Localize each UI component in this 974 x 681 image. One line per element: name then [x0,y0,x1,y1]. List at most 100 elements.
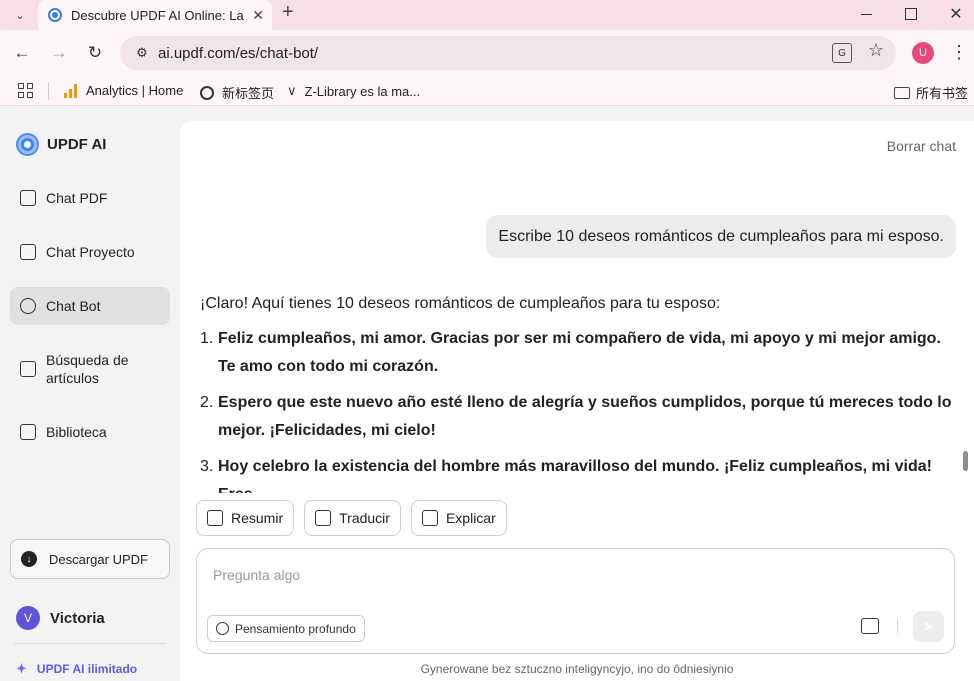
forward-arrow-icon[interactable]: → [47,41,71,65]
close-tab-icon[interactable]: ✕ [252,7,264,24]
bookmark-label: Analytics | Home [86,83,184,98]
avatar: V [16,606,40,630]
reload-icon[interactable]: ↻ [83,41,107,65]
bookmark-zlibrary[interactable]: ∨ Z-Library es la ma... [287,83,420,99]
bookmark-star-icon[interactable]: ☆ [868,40,884,61]
action-label: Explicar [445,510,496,526]
action-label: Traducir [339,510,390,526]
action-label: Resumir [231,510,284,526]
chevron-down-icon[interactable]: ⌄ [8,3,32,27]
browser-menu-icon[interactable]: ⋮ [950,42,968,62]
bookmarks-separator [48,82,49,100]
upgrade-unlimited-link[interactable]: ✦ UPDF AI ilimitado [16,661,137,677]
translate-icon [315,510,332,526]
list-text: Espero que este nuevo año esté lleno de … [218,394,952,439]
chat-pdf-icon [20,190,36,206]
active-tab[interactable]: Descubre UPDF AI Online: La ✕ [38,0,272,30]
ai-disclaimer: Gynerowane bez sztuczno inteligyncyjo, i… [420,662,734,676]
user-name: Victoria [50,609,105,627]
chat-input[interactable] [213,567,813,583]
folder-icon [894,86,910,99]
explain-button[interactable]: Explicar [410,500,507,536]
analytics-icon [64,83,78,98]
clear-chat-button[interactable]: Borrar chat [887,138,956,154]
atom-icon [216,622,229,635]
translate-button[interactable]: Traducir [304,500,401,536]
list-text: Hoy celebro la existencia del hombre más… [218,458,932,493]
message-composer: Pensamiento profundo ➤ [196,548,955,654]
attach-image-icon[interactable] [861,618,879,634]
sidebar-item-chat-bot[interactable]: Chat Bot [10,287,170,325]
folder-label: 所有书签 [916,86,969,101]
sidebar: UPDF AI Chat PDF Chat Proyecto Chat Bot … [0,107,180,681]
download-icon: ↓ [21,551,37,567]
sidebar-divider [14,643,166,644]
sidebar-item-chat-pdf[interactable]: Chat PDF [10,179,170,217]
sidebar-item-label: Chat Proyecto [46,244,135,260]
all-bookmarks-folder[interactable]: 所有书签 [894,83,968,102]
deep-thinking-toggle[interactable]: Pensamiento profundo [207,615,365,642]
download-label: Descargar UPDF [49,551,148,567]
folder-chat-icon [20,244,36,260]
bookmark-analytics[interactable]: Analytics | Home [64,83,183,98]
new-tab-plus-icon[interactable]: + [282,1,294,24]
translate-page-icon[interactable]: G [832,43,852,63]
ai-answer: ¡Claro! Aquí tienes 10 deseos románticos… [200,293,960,493]
user-profile[interactable]: V Victoria [16,606,105,630]
brand[interactable]: UPDF AI [16,133,106,156]
globe-icon [200,85,214,100]
upgrade-label: UPDF AI ilimitado [36,662,138,676]
zlibrary-icon: ∨ [287,83,297,98]
deep-think-label: Pensamiento profundo [235,621,356,636]
sidebar-item-busqueda[interactable]: Búsqueda de artículos [10,345,170,393]
list-text: Feliz cumpleaños, mi amor. Gracias por s… [218,330,941,375]
explain-icon [421,510,438,526]
bookmark-label: Z-Library es la ma... [304,83,421,99]
brand-name: UPDF AI [47,136,107,153]
list-item: 1. Feliz cumpleaños, mi amor. Gracias po… [200,325,960,381]
close-window-button[interactable]: ✕ [944,2,968,26]
search-article-icon [20,361,36,377]
sidebar-item-label: Chat Bot [46,298,101,314]
list-item: 2. Espero que este nuevo año esté lleno … [200,389,960,445]
quick-actions: Resumir Traducir Explicar [196,500,507,536]
sidebar-item-biblioteca[interactable]: Biblioteca [10,413,170,451]
sparkle-icon: ✦ [16,661,27,676]
profile-avatar[interactable]: U [912,42,934,64]
bookmark-new-tab[interactable]: 新标签页 [200,83,274,102]
composer-divider [897,619,898,635]
url-text[interactable]: ai.updf.com/es/chat-bot/ [158,45,318,62]
list-number: 3. [200,458,214,475]
sidebar-item-label: Chat PDF [46,190,108,206]
list-number: 2. [200,394,214,411]
download-updf-button[interactable]: ↓ Descargar UPDF [10,539,170,579]
minimize-window-button[interactable] [854,2,878,26]
maximize-window-button[interactable] [899,2,923,26]
summarize-button[interactable]: Resumir [196,500,295,536]
user-message-bubble: Escribe 10 deseos románticos de cumpleañ… [486,215,956,258]
updf-logo-icon [16,133,39,156]
bookmark-label: 新标签页 [222,86,275,101]
tab-favicon-icon [48,8,62,22]
address-bar[interactable]: ⚙ ai.updf.com/es/chat-bot/ G ☆ [120,36,896,70]
scrollbar-thumb[interactable] [963,451,968,471]
tab-title: Descubre UPDF AI Online: La [71,7,244,23]
sidebar-item-label: Búsqueda de artículos [46,352,129,386]
send-button[interactable]: ➤ [913,611,944,642]
bookmarks-bar: Analytics | Home 新标签页 ∨ Z-Library es la … [0,76,974,106]
back-arrow-icon[interactable]: ← [10,41,34,65]
answer-intro: ¡Claro! Aquí tienes 10 deseos románticos… [200,295,721,312]
browser-toolbar: ← → ↻ ⚙ ai.updf.com/es/chat-bot/ G ☆ U ⋮ [0,30,974,76]
tab-strip: ⌄ Descubre UPDF AI Online: La ✕ + ✕ [0,0,974,30]
list-item: 3. Hoy celebro la existencia del hombre … [200,453,960,493]
apps-grid-icon[interactable] [18,83,33,98]
chat-panel: Borrar chat Escribe 10 deseos románticos… [180,121,974,681]
list-number: 1. [200,330,214,347]
site-settings-icon[interactable]: ⚙ [130,41,154,65]
sidebar-item-chat-proyecto[interactable]: Chat Proyecto [10,233,170,271]
chat-bot-icon [20,298,36,314]
library-icon [20,424,36,440]
summarize-icon [207,510,223,526]
updf-page: UPDF AI Chat PDF Chat Proyecto Chat Bot … [0,107,974,681]
sidebar-item-label: Biblioteca [46,424,107,440]
